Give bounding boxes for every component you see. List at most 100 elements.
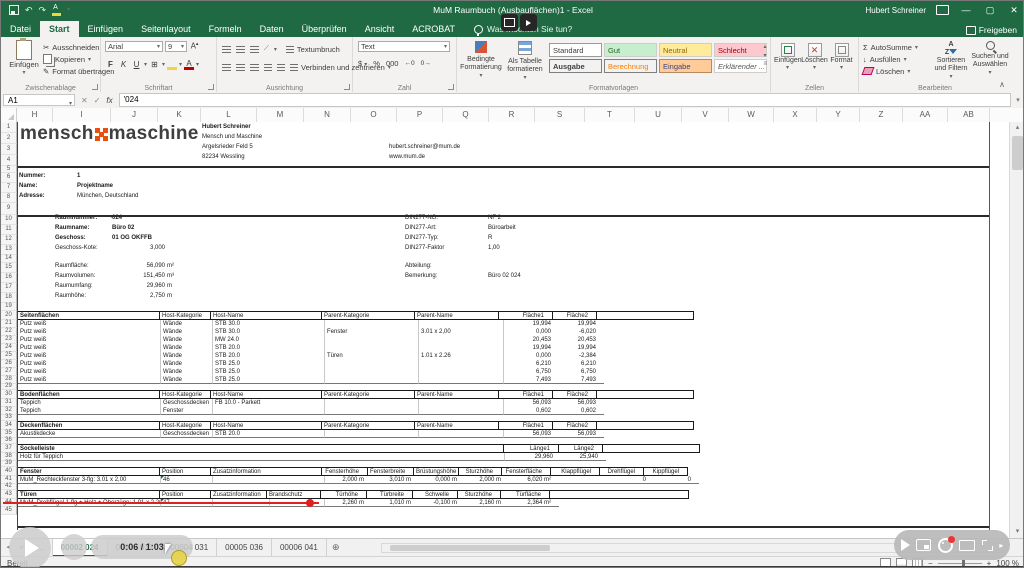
table-header-cell[interactable] <box>596 311 694 320</box>
table-cell[interactable]: 19,994 <box>559 320 604 328</box>
conditional-formatting-button[interactable]: Bedingte Formatierung ▾ <box>459 41 503 80</box>
row-number-12[interactable]: 12 <box>1 235 17 245</box>
table-header-cell[interactable]: Host-Name <box>210 421 322 430</box>
table-cell[interactable]: 0,602 <box>559 407 604 415</box>
table-header-cell[interactable]: Türbreite <box>366 490 413 499</box>
row-number-14[interactable]: 14 <box>1 255 17 263</box>
grow-font-button[interactable]: A▴ <box>189 41 200 52</box>
table-header-cell[interactable]: Sturzhöhe <box>458 467 502 476</box>
table-cell[interactable]: Fenster <box>325 328 419 336</box>
scroll-down-icon[interactable]: ▾ <box>1010 526 1023 538</box>
row-number-6[interactable]: 6 <box>1 173 17 183</box>
decrease-indent-icon[interactable] <box>264 63 272 71</box>
table-cell[interactable] <box>213 407 325 415</box>
row-number-37[interactable]: 37 <box>1 444 17 453</box>
room-value[interactable]: 2,750 <box>112 293 165 299</box>
table-header-cell[interactable]: Parent-Kategorie <box>321 311 415 320</box>
table-cell[interactable]: Putz weiß <box>18 360 161 368</box>
table-cell[interactable]: Wände <box>161 328 213 336</box>
table-header-cell[interactable]: Host-Kategorie <box>159 311 211 320</box>
column-header-P[interactable]: P <box>397 108 443 122</box>
column-header-M[interactable]: M <box>257 108 304 122</box>
table-cell[interactable]: MW 24.0 <box>213 336 325 344</box>
expand-formula-bar-icon[interactable]: ▾ <box>1011 96 1023 104</box>
comma-format-button[interactable]: 000 <box>386 59 399 68</box>
autosum-button[interactable]: Σ AutoSumme ▾ <box>863 41 918 53</box>
column-header-AA[interactable]: AA <box>903 108 948 122</box>
table-header-cell[interactable]: Host-Kategorie <box>159 421 211 430</box>
table-header-cell[interactable]: Seitenflächen <box>17 311 160 320</box>
table-header-cell[interactable]: Zusatzinformation <box>210 490 267 499</box>
table-cell[interactable]: STB 30.0 <box>213 328 325 336</box>
percent-format-button[interactable]: % <box>373 59 380 68</box>
decrease-decimal-button[interactable]: 0→ <box>421 60 431 67</box>
column-header-R[interactable]: R <box>489 108 535 122</box>
table-header-cell[interactable]: Sockelleiste <box>17 444 504 453</box>
column-header-T[interactable]: T <box>585 108 635 122</box>
column-header-Q[interactable]: Q <box>443 108 489 122</box>
row-number-19[interactable]: 19 <box>1 303 17 311</box>
style-berechnung[interactable]: Berechnung <box>604 59 657 73</box>
column-header-Z[interactable]: Z <box>860 108 903 122</box>
video-play-icon[interactable] <box>900 539 910 551</box>
table-cell[interactable] <box>325 360 419 368</box>
table-header-cell[interactable] <box>596 390 694 399</box>
style-neutral[interactable]: Neutral <box>659 43 712 57</box>
row-number-13[interactable]: 13 <box>1 245 17 255</box>
maximize-button[interactable]: ▢ <box>983 5 997 16</box>
fullscreen-icon[interactable] <box>981 539 993 551</box>
table-cell[interactable]: Putz weiß <box>18 320 161 328</box>
table-header-cell[interactable]: Brüstungshöhe <box>413 467 459 476</box>
project-value[interactable]: 1 <box>77 173 80 179</box>
table-cell[interactable]: Wände <box>161 368 213 376</box>
table-cell[interactable] <box>419 336 504 344</box>
table-cell[interactable]: 6,020 m² <box>509 476 559 484</box>
number-format-select[interactable]: Text ▾ <box>358 41 450 52</box>
row-number-40[interactable]: 40 <box>1 467 17 476</box>
table-cell[interactable]: 56,093 <box>504 430 559 438</box>
table-cell[interactable]: Wände <box>161 352 213 360</box>
table-cell[interactable] <box>325 376 419 384</box>
save-icon[interactable] <box>9 5 19 15</box>
table-header-cell[interactable]: Host-Name <box>210 311 322 320</box>
name-box[interactable]: A1 ▾ <box>3 94 75 107</box>
column-header-AB[interactable]: AB <box>948 108 990 122</box>
align-top-icon[interactable] <box>222 45 231 53</box>
row-number-10[interactable]: 10 <box>1 215 17 225</box>
column-header-L[interactable]: L <box>201 108 257 122</box>
column-header-S[interactable]: S <box>535 108 585 122</box>
user-name[interactable]: Hubert Schreiner <box>866 6 926 15</box>
table-cell[interactable] <box>419 399 504 407</box>
row-number-43[interactable]: 43 <box>1 490 17 499</box>
gallery-more-icon[interactable]: ≡ <box>763 61 767 67</box>
table-cell[interactable]: 20,453 <box>504 336 559 344</box>
table-cell[interactable]: STB 25.0 <box>213 376 325 384</box>
table-cell[interactable] <box>419 344 504 352</box>
table-header-cell[interactable] <box>596 421 694 430</box>
align-center-icon[interactable] <box>236 63 245 71</box>
menu-tab-ansicht[interactable]: Ansicht <box>356 21 404 37</box>
room-value[interactable]: 29,960 <box>112 283 165 289</box>
table-header-cell[interactable]: Position <box>159 490 211 499</box>
undo-icon[interactable]: ↶ <box>25 5 33 15</box>
font-family-select[interactable]: Arial ▾ <box>105 41 163 52</box>
table-cell[interactable]: 56,093 <box>559 430 604 438</box>
vertical-scrollbar[interactable]: ▴ ▾ <box>1009 122 1023 538</box>
menu-tab-daten[interactable]: Daten <box>251 21 293 37</box>
table-header-cell[interactable]: Türhöhe <box>320 490 367 499</box>
table-cell[interactable]: Wände <box>161 336 213 344</box>
pip-icon[interactable] <box>916 539 932 551</box>
table-cell[interactable] <box>419 360 504 368</box>
theater-mode-icon[interactable] <box>959 539 976 551</box>
table-cell[interactable]: Geschossdecken <box>161 399 213 407</box>
table-cell[interactable]: Putz weiß <box>18 336 161 344</box>
align-right-icon[interactable] <box>250 63 259 71</box>
table-cell[interactable]: 0,000 m <box>419 476 465 484</box>
customize-qat-icon[interactable]: ▾ <box>67 6 70 15</box>
row-number-9[interactable]: 9 <box>1 203 17 215</box>
row-number-45[interactable]: 45 <box>1 507 17 515</box>
cancel-icon[interactable]: ✕ <box>81 96 88 105</box>
row-number-2[interactable]: 2 <box>1 133 17 144</box>
table-header-cell[interactable]: Fensterhöhe <box>321 467 368 476</box>
table-header-cell[interactable]: Fenster <box>17 467 160 476</box>
